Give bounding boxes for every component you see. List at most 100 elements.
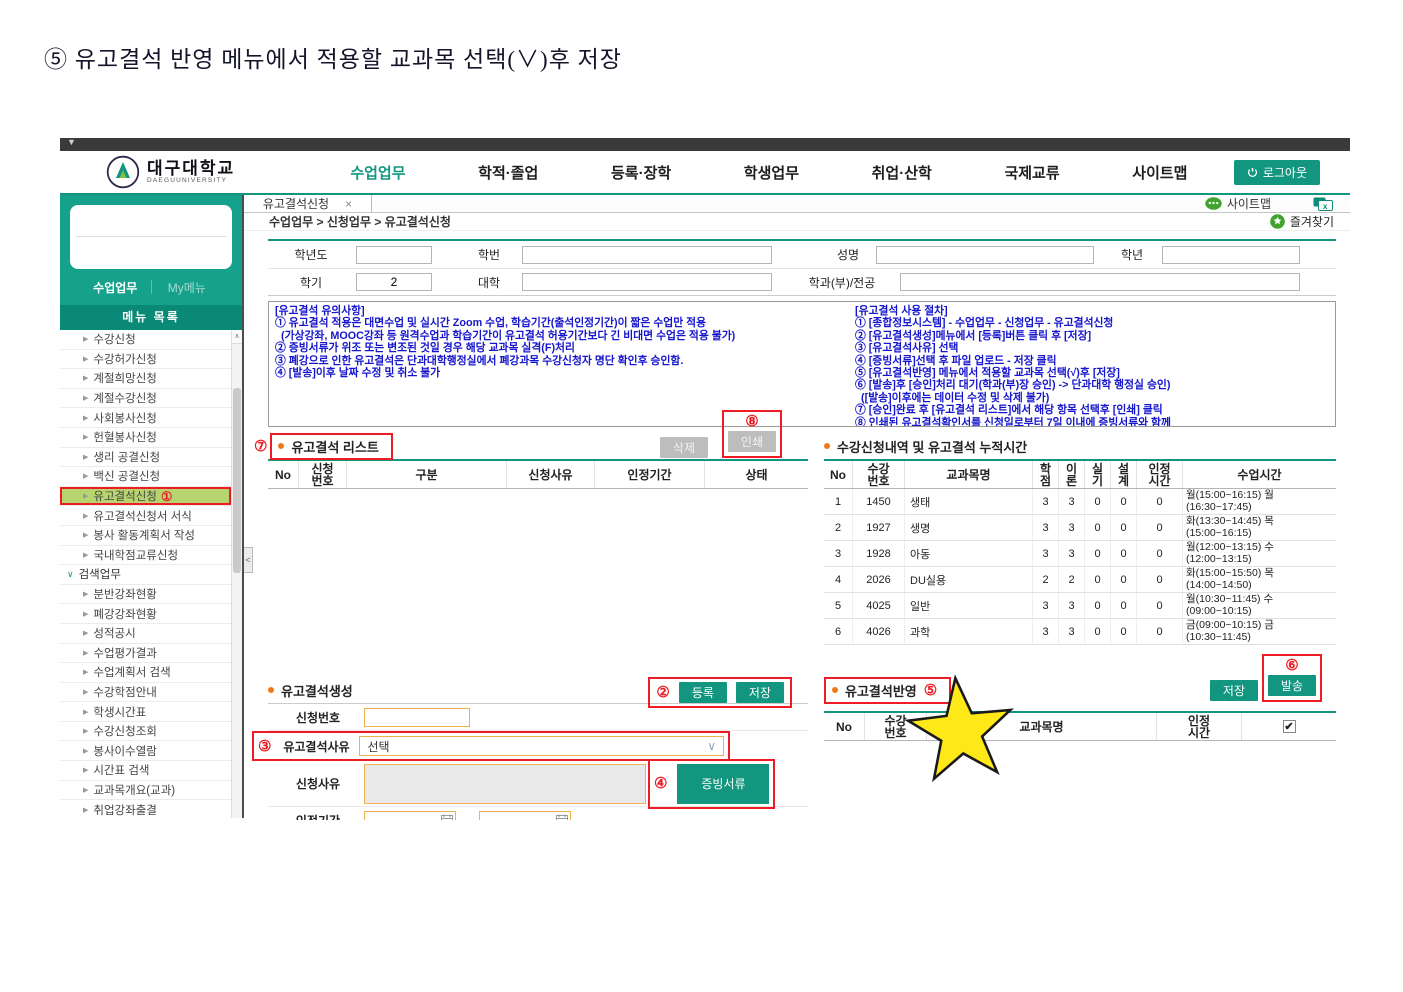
- cell: 0: [1084, 541, 1110, 566]
- notice-line: ③ [유고결석사유] 선택: [855, 342, 959, 355]
- scrollbar-thumb[interactable]: [233, 388, 241, 573]
- major-field[interactable]: [900, 273, 1300, 291]
- scroll-up-icon[interactable]: ∧: [232, 330, 242, 344]
- semester-field[interactable]: [356, 273, 432, 291]
- sidebar-item[interactable]: ▶ 수강학점안내: [60, 682, 231, 703]
- sidebar-item[interactable]: ▶ 폐강강좌현황: [60, 604, 231, 624]
- student-id-field[interactable]: [522, 245, 772, 264]
- sidebar-collapse-handle[interactable]: <: [244, 547, 253, 573]
- sidebar-item[interactable]: ▶ 교과목개요(교과): [60, 780, 231, 801]
- sidebar-item-label: 계절희망신청: [93, 373, 157, 386]
- sidebar-item[interactable]: ∨ 검색업무: [60, 565, 231, 585]
- cell: 0: [1136, 489, 1182, 514]
- sidebar-item[interactable]: ▶ 유고결석신청 ①: [60, 486, 231, 507]
- cell: 1928: [852, 541, 904, 566]
- section-bullet-icon: [268, 687, 274, 693]
- cell: 0: [1084, 619, 1110, 644]
- apply-save-button[interactable]: 저장: [1209, 680, 1258, 701]
- sidebar-item[interactable]: ▶ 백신 공결신청: [60, 467, 231, 487]
- sidebar-item[interactable]: ▶ 생리 공결신청: [60, 447, 231, 468]
- cell: 5: [834, 599, 842, 612]
- apply-title: 유고결석반영: [845, 683, 917, 699]
- nav-item[interactable]: 국제교류: [1004, 162, 1059, 183]
- select-all-checkbox[interactable]: ✔: [1282, 720, 1296, 733]
- sidebar-tab-classwork[interactable]: 수업업무: [80, 279, 151, 296]
- nav-item[interactable]: 수업업무: [350, 162, 405, 183]
- sitemap-link[interactable]: 사이트맵: [1205, 195, 1271, 212]
- column-header: 인정 시간: [1156, 713, 1241, 740]
- sidebar-item[interactable]: ▶ 헌혈봉사신청: [60, 427, 231, 448]
- annotation-7: ⑦: [254, 437, 268, 455]
- cell: 4026: [852, 619, 904, 644]
- nav-item[interactable]: 사이트맵: [1132, 162, 1187, 183]
- cell: 화(13:30~14:45) 목(15:00~16:15): [1182, 515, 1336, 540]
- sidebar-scrollbar[interactable]: ∧: [231, 330, 242, 818]
- sidebar-item[interactable]: ▶ 유고결석신청서 서식: [60, 506, 231, 526]
- arrow-right-icon: ▶: [83, 551, 89, 559]
- evidence-button[interactable]: 증빙서류: [677, 763, 770, 804]
- university-logo: 대구대학교 DAEGUUNIVERSITY: [106, 155, 304, 189]
- nav-item[interactable]: 학적·졸업: [478, 162, 538, 183]
- tab-close-icon[interactable]: ×: [345, 197, 352, 211]
- sidebar-item[interactable]: ▶ 봉사 활동계획서 작성: [60, 525, 231, 546]
- calendar-icon[interactable]: [441, 814, 453, 820]
- sidebar-item[interactable]: ▶ 취업강좌출결: [60, 800, 231, 818]
- sidebar-item[interactable]: ▶ 수업계획서 검색: [60, 663, 231, 683]
- collapse-toolbar-icon[interactable]: ▼: [67, 138, 76, 147]
- reason-type-select[interactable]: 선택 ∨: [359, 736, 724, 756]
- column-header: 수강 번호: [864, 713, 926, 740]
- sidebar-item[interactable]: ▶ 수업평가결과: [60, 643, 231, 664]
- arrow-right-icon: ▶: [83, 453, 89, 461]
- favorites-button[interactable]: 즐겨찾기: [1270, 213, 1334, 230]
- sidebar-item[interactable]: ▶ 계절희망신청: [60, 369, 231, 389]
- reason-type-label: 유고결석사유: [283, 739, 350, 754]
- nav-item[interactable]: 취업·산학: [872, 162, 932, 183]
- enrollment-table-body: 1 1450 생태 3 3 0 0 0 월(15:00~16:15) 월(16:30~17:45…: [824, 489, 1336, 645]
- calendar-icon[interactable]: [556, 814, 569, 820]
- sidebar-item[interactable]: ▶ 국내학점교류신청: [60, 545, 231, 566]
- sidebar-item[interactable]: ▶ 봉사이수열람: [60, 741, 231, 762]
- semester-field-label: 학기: [299, 275, 323, 290]
- reason-textarea[interactable]: [364, 763, 646, 804]
- notice-line: ④ [발송]이후 날짜 수정 및 취소 불가: [275, 367, 441, 380]
- cell: 1927: [852, 515, 904, 540]
- cell: 0: [1110, 489, 1136, 514]
- notice-line: ⑧ 인쇄된 유고결석확인서를 신청일로부터 7일 이내에 증빙서류와 함께: [855, 416, 1171, 427]
- send-button[interactable]: 발송: [1267, 675, 1316, 696]
- sidebar-item[interactable]: ▶ 수강신청: [60, 330, 231, 350]
- sidebar-item[interactable]: ▶ 시간표 검색: [60, 761, 231, 781]
- evidence-frame: ④ 증빙서류: [648, 758, 776, 809]
- column-header: 구분: [346, 461, 506, 488]
- cell: 0: [1136, 515, 1182, 540]
- sidebar-item[interactable]: ▶ 수강허가신청: [60, 349, 231, 370]
- enrollment-table-header: No 수강 번호 교과목명 학 점이 론실 기설 계 인정 시간 수업시간: [824, 459, 1336, 489]
- name-field[interactable]: [876, 245, 1094, 264]
- delete-button[interactable]: 삭제: [659, 437, 708, 458]
- arrow-right-icon: ▶: [83, 336, 89, 344]
- sidebar-tab-mymenu[interactable]: My메뉴: [152, 279, 223, 296]
- sidebar-item[interactable]: ▶ 계절수강신청: [60, 388, 231, 409]
- print-button[interactable]: 인쇄: [727, 431, 776, 452]
- sidebar-item[interactable]: ▶ 성적공시: [60, 623, 231, 644]
- breadcrumb: 수업업무 > 신청업무 > 유고결석신청: [269, 215, 451, 229]
- apply-no-input[interactable]: [364, 707, 470, 727]
- sidebar-item[interactable]: ▶ 학생시간표: [60, 702, 231, 722]
- cell: 월(12:00~13:15) 수(12:00~13:15): [1182, 541, 1336, 566]
- year-field[interactable]: [356, 245, 432, 264]
- college-field[interactable]: [522, 273, 772, 291]
- sidebar-item-label: 교과목개요(교과): [93, 784, 176, 797]
- sidebar-item[interactable]: ▶ 사회봉사신청: [60, 408, 231, 428]
- save-button[interactable]: 저장: [735, 682, 784, 703]
- sidebar-item[interactable]: ▶ 분반강좌현황: [60, 584, 231, 605]
- enrollment-row: 3 1928 아동 3 3 0 0 0 월(12:00~13:15) 수(12:00~13:15…: [824, 541, 1336, 567]
- absence-list-section: ⑦ 유고결석 리스트 삭제 ⑧ 인쇄 No 신청 번호 구분 신청사유 인정기간…: [254, 410, 808, 645]
- nav-item[interactable]: 학생업무: [744, 162, 799, 183]
- logout-button[interactable]: 로그아웃: [1233, 159, 1320, 185]
- tab-absence-apply[interactable]: 유고결석신청 ×: [244, 195, 372, 212]
- nav-item[interactable]: 등록·장학: [611, 162, 671, 183]
- grade-field[interactable]: [1162, 245, 1300, 264]
- register-button[interactable]: 등록: [678, 682, 727, 703]
- sidebar-item[interactable]: ▶ 수강신청조회: [60, 721, 231, 742]
- close-all-tabs-icon[interactable]: x: [1313, 197, 1334, 211]
- column-header: 수업시간: [1182, 461, 1336, 488]
